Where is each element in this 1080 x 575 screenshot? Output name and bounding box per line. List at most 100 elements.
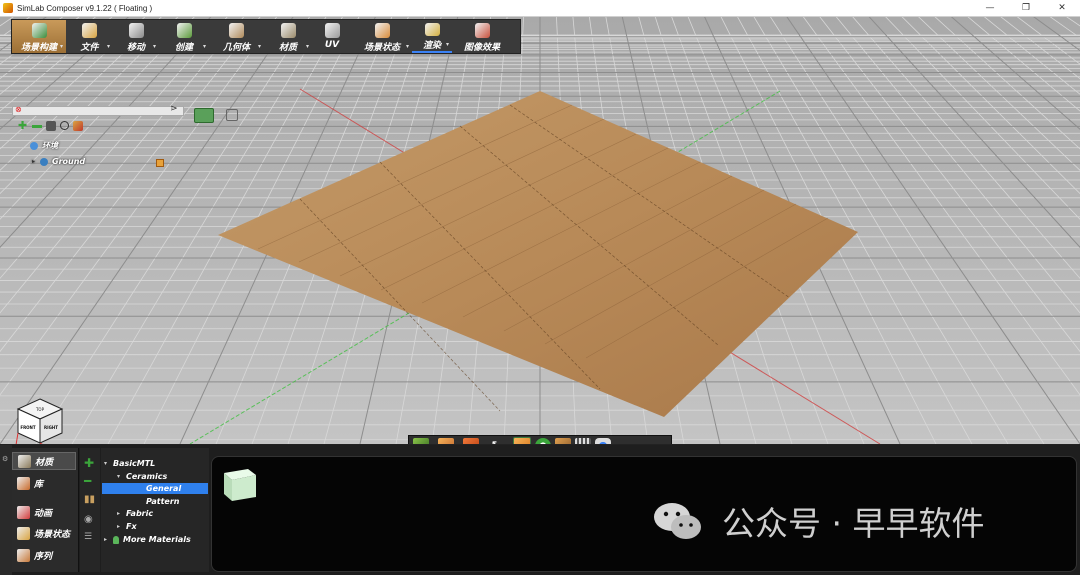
library-tree: ▾ BasicMTL ▾ Ceramics General Pattern ▸ … <box>101 448 209 572</box>
toolbar-file-button[interactable]: 文件 ▾ <box>66 20 113 53</box>
nav-item-label: 场景状态 <box>34 529 71 540</box>
toolbar-image-effects-button[interactable]: 图像效果 <box>452 20 512 53</box>
expand-icon[interactable]: ▸ <box>117 510 126 517</box>
layers-icon[interactable] <box>555 438 572 444</box>
add-material-icon[interactable]: ✚ <box>84 456 94 470</box>
snap-grid-icon[interactable] <box>513 437 532 444</box>
nav-item-label: 材质 <box>35 457 54 468</box>
grid-toggle-icon[interactable] <box>575 438 592 444</box>
window-title: SimLab Composer v9.1.22 ( Floating ) <box>17 3 153 13</box>
view-toolbar: ▾ ▾ ▾ ↖ ▾ <box>408 435 672 444</box>
tree-label: More Materials <box>123 535 191 544</box>
tree-category-ceramics[interactable]: ▾ Ceramics <box>117 471 167 482</box>
toolbar-scene-build-button[interactable]: 场景构建 ▾ <box>12 20 66 53</box>
close-button[interactable]: ✕ <box>1044 0 1080 16</box>
nav-item-material[interactable]: 材质 <box>12 452 76 470</box>
select-cursor-icon[interactable]: ↖ <box>488 438 504 444</box>
material-thumbnail[interactable] <box>220 464 260 504</box>
toolbar-move-button[interactable]: 移动 ▾ <box>113 20 159 53</box>
tree-label: Fx <box>126 522 137 531</box>
maximize-button[interactable]: ❐ <box>1008 0 1044 16</box>
add-node-icon[interactable]: ✚ <box>18 120 28 131</box>
tree-category-fx[interactable]: ▸ Fx <box>117 521 137 532</box>
expand-icon[interactable]: ▸ <box>32 158 35 165</box>
scene-search-input[interactable]: ⊗ <box>12 105 184 116</box>
watermark: 公众号 · 早早软件 <box>652 497 984 545</box>
toolbar-label: 渲染 <box>422 41 441 51</box>
zoom-icon[interactable] <box>60 121 69 130</box>
nav-item-library[interactable]: 库 <box>12 474 76 492</box>
library-books-icon[interactable]: ▮▮ <box>84 494 95 505</box>
dropdown-caret-icon[interactable]: ▾ <box>258 43 261 50</box>
animation-icon <box>17 505 30 519</box>
toolbar-create-button[interactable]: 创建 ▾ <box>159 20 209 53</box>
library-icon <box>17 476 30 490</box>
group-icon[interactable] <box>46 121 56 131</box>
toolbar-label: 图像效果 <box>463 43 500 53</box>
dropdown-caret-icon[interactable]: ▾ <box>306 43 309 50</box>
nav-item-label: 序列 <box>34 551 53 562</box>
uv-icon <box>324 23 340 38</box>
view-options-icon[interactable]: ☰ <box>84 532 92 542</box>
sequence-icon <box>17 548 30 562</box>
material-icon <box>18 454 31 468</box>
tree-item-general[interactable]: General <box>102 483 208 494</box>
tree-item-ground[interactable]: ▸ Ground <box>32 157 85 166</box>
floor-display-icon[interactable] <box>438 438 455 444</box>
toolbar-label: 移动 <box>126 43 145 53</box>
expand-icon[interactable]: ▸ <box>117 523 126 530</box>
dropdown-caret-icon[interactable]: ▾ <box>107 43 110 50</box>
shading-mode-icon[interactable] <box>463 438 480 444</box>
tree-label: Fabric <box>126 509 154 518</box>
nav-item-scene-state[interactable]: 场景状态 <box>12 524 76 542</box>
camera-view-icon[interactable] <box>595 438 612 444</box>
material-ball-icon[interactable]: ◉ <box>84 514 93 525</box>
toolbar-label: UV <box>324 40 340 50</box>
tree-item-environment[interactable]: 环境 <box>30 140 58 151</box>
panel-options-icon[interactable] <box>226 109 238 121</box>
dropdown-caret-icon[interactable]: ▾ <box>203 43 206 50</box>
dropdown-caret-icon[interactable]: ▾ <box>153 43 156 50</box>
tree-item-label: 环境 <box>42 141 58 150</box>
view-cube-toggle-icon[interactable] <box>413 438 429 444</box>
dropdown-caret-icon[interactable]: ▾ <box>446 41 449 48</box>
nav-item-sequence[interactable]: 序列 <box>12 546 76 564</box>
toolbar-render-button[interactable]: 渲染 ▾ <box>412 20 452 53</box>
toolbar-uv-button[interactable]: UV <box>312 20 352 53</box>
minimize-button[interactable]: — <box>972 0 1008 16</box>
panel-side-strip: ⚙ <box>0 445 12 575</box>
main-toolbar: 场景构建 ▾ 文件 ▾ 移动 ▾ 创建 ▾ 几何体 ▾ 材质 ▾ UV 场景状态 ▾ 渲染 ▾ 图像效果 <box>11 19 521 54</box>
material-grid: 公众号 · 早早软件 <box>211 456 1077 572</box>
tree-category-fabric[interactable]: ▸ Fabric <box>117 508 153 519</box>
render-icon <box>424 23 440 36</box>
visibility-icon[interactable] <box>156 159 164 167</box>
toolbar-scene-state-button[interactable]: 场景状态 ▾ <box>352 20 412 53</box>
view-cube[interactable]: TOP FRONT RIGHT <box>15 397 65 444</box>
tree-item-pattern[interactable]: Pattern <box>146 496 179 507</box>
remove-node-icon[interactable] <box>32 125 42 128</box>
clear-search-icon[interactable]: ⊗ <box>15 105 22 114</box>
cubes-icon[interactable] <box>73 121 83 131</box>
dropdown-caret-icon[interactable]: ▾ <box>60 43 63 50</box>
tree-label: General <box>146 484 182 493</box>
remove-material-icon[interactable]: ━ <box>84 474 91 488</box>
search-options-icon[interactable]: ⋗ <box>170 104 178 114</box>
collapse-icon[interactable]: ▾ <box>117 473 126 480</box>
panel-pin-icon[interactable]: ⚙ <box>2 455 8 463</box>
nav-item-animation[interactable]: 动画 <box>12 503 76 521</box>
environment-icon <box>30 141 38 150</box>
toolbar-material-button[interactable]: 材质 ▾ <box>264 20 312 53</box>
scene-state-icon <box>17 526 30 540</box>
3d-viewport[interactable]: TOP FRONT RIGHT ⊗ ⋗ ✚ 环境 ▸ Ground <box>0 17 1080 444</box>
camera-snapshot-icon[interactable] <box>194 108 214 123</box>
tree-root-basicmtl[interactable]: ▾ BasicMTL <box>104 458 155 469</box>
fit-view-icon[interactable] <box>535 438 552 444</box>
dropdown-caret-icon[interactable]: ▾ <box>406 43 409 50</box>
tree-more-materials[interactable]: ▸ More Materials <box>104 534 191 545</box>
collapse-icon[interactable]: ▾ <box>104 460 113 467</box>
tree-label: Ceramics <box>126 472 168 481</box>
toolbar-label: 场景构建 <box>20 43 57 53</box>
toolbar-geometry-button[interactable]: 几何体 ▾ <box>209 20 264 53</box>
expand-icon[interactable]: ▸ <box>104 536 113 543</box>
viewcube-right-label: RIGHT <box>44 425 58 430</box>
